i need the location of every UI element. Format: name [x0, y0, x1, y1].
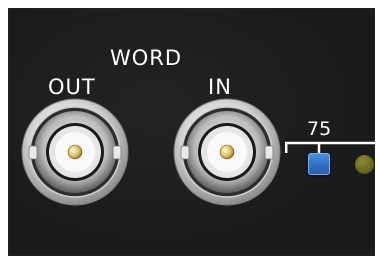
termination-label: 75: [307, 118, 332, 140]
word-label: WORD: [110, 46, 183, 70]
word-in-bnc-connector[interactable]: [172, 97, 282, 207]
termination-led: [355, 155, 374, 174]
termination-switch[interactable]: [308, 153, 330, 175]
device-frame: WORD OUT IN 75: [0, 0, 380, 261]
word-out-bnc-connector[interactable]: [20, 97, 130, 207]
out-label: OUT: [48, 75, 96, 99]
in-label: IN: [208, 75, 232, 99]
termination-bracket: [285, 141, 375, 153]
